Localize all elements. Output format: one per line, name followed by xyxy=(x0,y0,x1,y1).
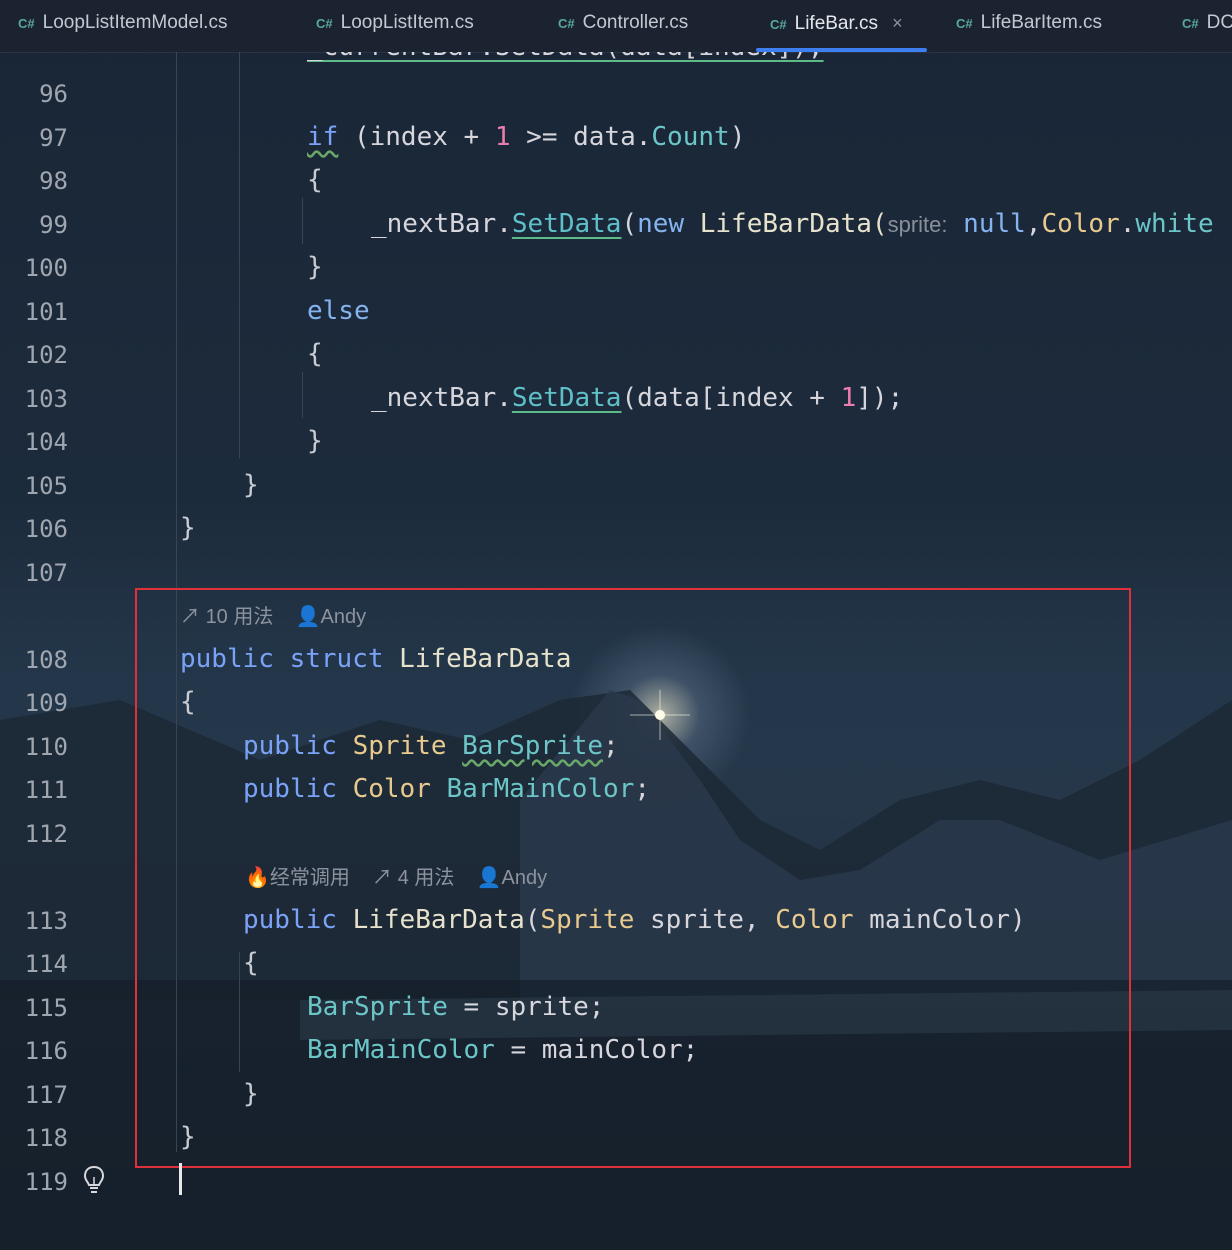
line-number: 112 xyxy=(24,820,68,848)
line-number: 100 xyxy=(24,254,68,282)
indent-guide xyxy=(239,52,240,458)
tab-looplistitemmodel[interactable]: C# LoopListItemModel.cs xyxy=(18,0,227,52)
line-number: 110 xyxy=(24,733,68,761)
code-editor[interactable]: _currentBar.SetData(data[index]); 96 97 … xyxy=(0,52,1232,1250)
tab-dc[interactable]: C# DC xyxy=(1182,0,1232,52)
line-number: 101 xyxy=(24,298,68,326)
editor-tab-bar: C# LoopListItemModel.cs C# LoopListItem.cs… xyxy=(0,0,1232,53)
line-number: 106 xyxy=(24,515,68,543)
line-number: 119 xyxy=(24,1168,68,1196)
code-line-99: _nextBar.SetData(new LifeBarData(sprite:… xyxy=(371,209,1214,239)
line-number: 111 xyxy=(24,776,68,804)
code-line-97: if (index + 1 >= data.Count) xyxy=(307,122,746,152)
indent-guide xyxy=(302,198,303,244)
tab-lifebar[interactable]: C# LifeBar.cs × xyxy=(756,0,927,52)
tab-label: LoopListItemModel.cs xyxy=(42,12,228,33)
parameter-hint: sprite: xyxy=(887,212,948,237)
line-number: 116 xyxy=(24,1037,68,1065)
tab-looplistitem[interactable]: C# LoopListItem.cs xyxy=(316,0,474,52)
close-icon[interactable]: × xyxy=(892,13,903,33)
line-number: 117 xyxy=(24,1081,68,1109)
line-number: 103 xyxy=(24,385,68,413)
tab-label: LifeBarItem.cs xyxy=(980,12,1103,33)
code-line-104: } xyxy=(307,426,323,456)
line-number: 107 xyxy=(24,559,68,587)
code-line-105: } xyxy=(243,470,259,500)
line-number: 115 xyxy=(24,994,68,1022)
code-line-95: _currentBar.SetData(data[index]); xyxy=(307,52,824,62)
tab-label: DC xyxy=(1206,12,1232,33)
text-cursor xyxy=(179,1163,182,1195)
indent-guide xyxy=(302,372,303,418)
line-number: 99 xyxy=(39,211,68,239)
code-line-102: { xyxy=(307,339,323,369)
line-number: 98 xyxy=(39,167,68,195)
tab-label: Controller.cs xyxy=(582,12,689,33)
line-number: 109 xyxy=(24,689,68,717)
code-line-98: { xyxy=(307,165,323,195)
code-line-106: } xyxy=(180,513,196,543)
line-number: 113 xyxy=(24,907,68,935)
line-number: 114 xyxy=(24,950,68,978)
line-number: 105 xyxy=(24,472,68,500)
line-number: 97 xyxy=(39,124,68,152)
lightbulb-icon[interactable] xyxy=(82,1165,106,1195)
line-number: 108 xyxy=(24,646,68,674)
line-number: 118 xyxy=(24,1124,68,1152)
code-line-101: else xyxy=(307,296,370,326)
highlight-annotation-box xyxy=(135,588,1131,1168)
code-line-100: } xyxy=(307,252,323,282)
code-line-103: _nextBar.SetData(data[index + 1]); xyxy=(371,383,904,413)
tab-label: LifeBar.cs xyxy=(794,13,879,34)
line-number: 102 xyxy=(24,341,68,369)
tab-controller[interactable]: C# Controller.cs xyxy=(558,0,688,52)
tab-label: LoopListItem.cs xyxy=(340,12,474,33)
tab-lifebaritem[interactable]: C# LifeBarItem.cs xyxy=(956,0,1102,52)
line-number: 104 xyxy=(24,428,68,456)
line-number: 96 xyxy=(39,80,68,108)
